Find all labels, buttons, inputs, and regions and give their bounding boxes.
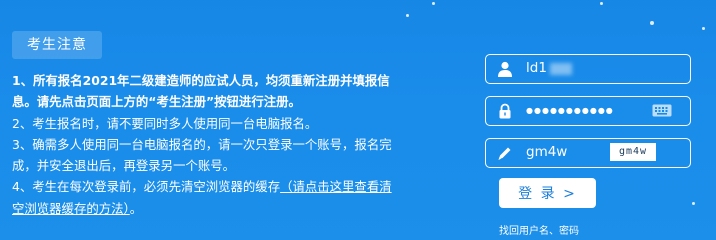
captcha-input[interactable]: gm4w [526,139,567,166]
username-blur [550,63,572,75]
user-icon [498,61,512,77]
sparkle [406,14,409,17]
keyboard-icon[interactable] [652,104,672,117]
login-button[interactable]: 登 录 > [499,178,596,208]
password-input[interactable]: ●●●●●●●●●●● [526,97,614,124]
notice-body: 1、所有报名2021年二级建造师的应试人员，均须重新注册并填报信息。请先点击页面… [12,70,394,219]
lock-icon [499,103,511,119]
captcha-image[interactable]: gm4w [610,143,656,161]
username-field[interactable]: ld1 [485,54,691,84]
sparkle [600,2,603,5]
forgot-credentials-link[interactable]: 找回用户名、密码 [499,222,579,237]
sparkle [650,21,654,25]
password-field[interactable]: ●●●●●●●●●●● [485,96,691,126]
captcha-field[interactable]: gm4w gm4w [485,138,691,168]
notice-item-3: 3、确需多人使用同一台电脑报名的，请一次只登录一个账号，报名完成，并安全退出后，… [12,136,392,174]
username-input[interactable]: ld1 [526,55,547,82]
notice-item-4-end: 。 [129,200,143,216]
notice-item-2: 2、考生报名时，请不要同时多人使用同一台电脑报名。 [12,115,318,131]
sparkle [702,27,705,30]
sparkle [692,202,695,205]
pen-icon [498,147,511,160]
sparkle [432,2,435,5]
notice-item-1: 1、所有报名2021年二级建造师的应试人员，均须重新注册并填报信息。请先点击页面… [12,73,390,110]
notice-title: 考生注意 [12,31,102,59]
notice-item-4-text: 4、考生在每次登录前，必须先清空浏览器的缓存 [12,179,281,195]
notice-item-4: 4、考生在每次登录前，必须先清空浏览器的缓存（请点击这里查看清空浏览器缓存的方法… [12,176,394,219]
